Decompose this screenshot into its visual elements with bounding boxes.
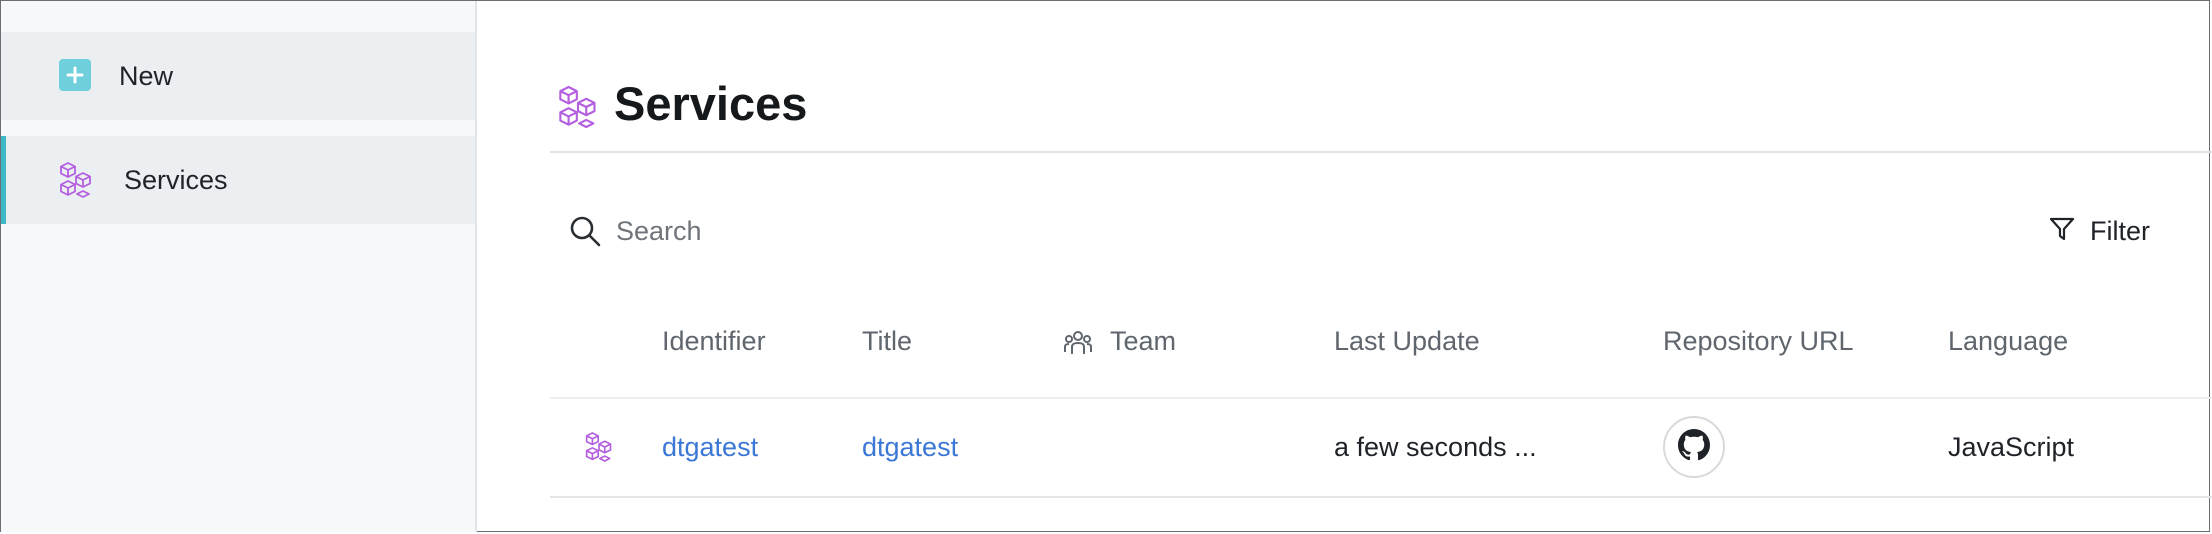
column-header-last-update[interactable]: Last Update: [1334, 326, 1480, 357]
column-header-language[interactable]: Language: [1948, 326, 2068, 357]
team-icon: [1063, 328, 1093, 358]
cubes-icon: [558, 84, 598, 129]
column-header-title[interactable]: Title: [862, 326, 912, 357]
cell-last-update: a few seconds ...: [1334, 432, 1537, 462]
table-divider: [550, 496, 2212, 498]
github-icon: [1678, 429, 1710, 465]
sidebar-item-label: Services: [124, 164, 228, 195]
column-header-team[interactable]: Team: [1110, 326, 1176, 357]
sidebar: New Services: [1, 1, 477, 532]
cubes-icon: [585, 430, 617, 464]
cell-identifier-link[interactable]: dtgatest: [662, 432, 758, 463]
page-title: Services: [614, 77, 808, 130]
sidebar-item-services[interactable]: Services: [1, 136, 475, 224]
column-header-identifier[interactable]: Identifier: [662, 326, 766, 357]
cubes-icon: [59, 161, 93, 198]
filter-icon: [2048, 215, 2076, 247]
filter-label: Filter: [2090, 215, 2150, 246]
filter-button[interactable]: Filter: [2048, 208, 2150, 254]
cell-language: JavaScript: [1948, 432, 2075, 462]
title-divider: [550, 151, 2212, 153]
sidebar-item-new[interactable]: New: [1, 32, 475, 120]
plus-square-icon: [59, 59, 93, 93]
sidebar-item-label: New: [119, 60, 174, 91]
column-header-repository-url[interactable]: Repository URL: [1663, 326, 1854, 357]
search-icon: [568, 214, 602, 248]
search-input[interactable]: [614, 208, 1218, 254]
repository-link-button[interactable]: [1663, 416, 1725, 478]
cell-title-link[interactable]: dtgatest: [862, 432, 958, 463]
table-divider: [550, 397, 2212, 399]
